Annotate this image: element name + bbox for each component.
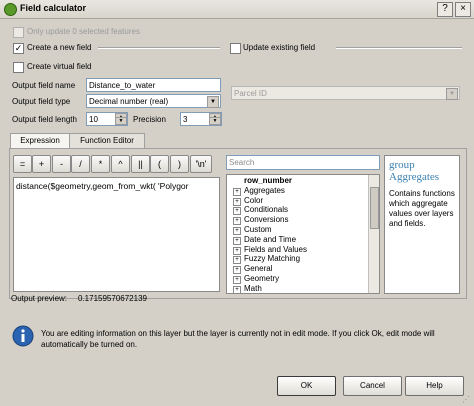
expand-icon[interactable]: + — [233, 217, 241, 226]
list-item[interactable]: + Math — [227, 284, 379, 293]
spin-down-icon[interactable]: ▼ — [115, 117, 127, 125]
close-paren-button[interactable]: ) — [170, 155, 189, 173]
search-input[interactable]: Search — [226, 155, 380, 170]
chevron-down-icon: ▼ — [446, 88, 458, 100]
precision-value: 3 — [183, 115, 188, 124]
list-item[interactable]: + Custom — [227, 225, 379, 235]
create-new-field-checkbox[interactable]: ✓ — [13, 43, 24, 54]
output-field-length-spinbox[interactable]: 10 ▲ ▼ — [86, 112, 128, 126]
expand-icon[interactable]: + — [233, 226, 241, 235]
resize-grip-icon[interactable]: ⋰ — [462, 395, 470, 404]
info-message-text: You are editing information on this laye… — [41, 329, 435, 349]
help-title-button[interactable]: ? — [437, 2, 453, 17]
expand-icon[interactable]: + — [233, 187, 241, 196]
list-item[interactable]: + Conditionals — [227, 205, 379, 216]
expand-icon[interactable]: + — [233, 246, 241, 255]
tab-expression[interactable]: Expression — [10, 133, 70, 149]
power-button[interactable]: ^ — [111, 155, 130, 173]
output-preview-label: Output preview: — [11, 294, 68, 303]
chevron-down-icon: ▼ — [207, 96, 219, 108]
output-field-type-select[interactable]: Decimal number (real) ▼ — [86, 94, 221, 108]
minus-button[interactable]: - — [52, 155, 71, 173]
help-panel: group Aggregates Contains functions whic… — [384, 155, 460, 294]
output-field-length-value: 10 — [89, 115, 98, 124]
precision-label: Precision — [133, 115, 166, 124]
divide-button[interactable]: / — [71, 155, 90, 173]
existing-field-select[interactable]: Parcel ID ▼ — [231, 86, 460, 100]
create-virtual-field-label: Create virtual field — [27, 62, 92, 71]
help-title: group Aggregates — [389, 159, 440, 183]
create-new-field-label: Create a new field — [27, 43, 92, 52]
output-field-length-label: Output field length — [12, 115, 77, 124]
list-item[interactable]: + Date and Time — [227, 235, 379, 245]
list-item[interactable]: + Geometry — [227, 274, 379, 284]
expand-icon[interactable]: + — [233, 285, 241, 293]
list-item[interactable]: + Conversions — [227, 215, 379, 226]
plus-button[interactable]: + — [32, 155, 51, 173]
list-item[interactable]: + Aggregates — [227, 186, 379, 196]
title-bar: Field calculator ? × — [0, 0, 474, 19]
expand-icon[interactable]: + — [233, 236, 241, 245]
help-button[interactable]: Help — [405, 376, 464, 396]
info-icon — [12, 325, 34, 347]
help-text: Contains functions which aggregate value… — [389, 189, 455, 228]
function-list: row_number + Aggregates + Color + Condition… — [226, 174, 380, 294]
expand-icon[interactable]: + — [233, 256, 241, 265]
ok-button[interactable]: OK — [277, 376, 336, 396]
expand-icon[interactable]: + — [233, 207, 241, 216]
expression-text: distance($geometry,geom_from_wkt( 'Polyg… — [16, 181, 189, 191]
info-message-bar: You are editing information on this laye… — [9, 320, 465, 360]
list-item[interactable]: + Fuzzy Matching — [227, 254, 379, 265]
update-existing-field-label: Update existing field — [243, 43, 316, 52]
equals-button[interactable]: = — [13, 155, 32, 173]
multiply-button[interactable]: * — [91, 155, 110, 173]
window-title: Field calculator — [20, 3, 87, 13]
list-item[interactable]: + Color — [227, 196, 379, 206]
expand-icon[interactable]: + — [233, 197, 241, 206]
update-existing-field-checkbox[interactable] — [230, 43, 241, 54]
only-update-selected-label: Only update 0 selected features — [27, 27, 140, 36]
separator — [336, 47, 462, 49]
list-item[interactable]: row_number — [227, 176, 379, 186]
separator — [98, 47, 220, 49]
open-paren-button[interactable]: ( — [150, 155, 169, 173]
expand-icon[interactable]: + — [233, 266, 241, 275]
create-virtual-field-checkbox[interactable] — [13, 62, 24, 73]
spin-down-icon[interactable]: ▼ — [209, 117, 221, 125]
list-item[interactable]: + General — [227, 264, 379, 275]
output-field-type-value: Decimal number (real) — [89, 97, 169, 106]
newline-button[interactable]: '\n' — [190, 155, 212, 173]
precision-spinbox[interactable]: 3 ▲ ▼ — [180, 112, 222, 126]
output-preview-value: 0.17159570672139 — [78, 294, 147, 303]
expand-icon[interactable]: + — [233, 275, 241, 284]
cancel-button[interactable]: Cancel — [343, 376, 402, 396]
qgis-logo-icon — [4, 3, 17, 16]
tab-function-editor[interactable]: Function Editor — [69, 133, 145, 148]
concat-button[interactable]: || — [131, 155, 150, 173]
output-field-type-label: Output field type — [12, 97, 71, 106]
expression-editor[interactable]: distance($geometry,geom_from_wkt( 'Polyg… — [13, 177, 220, 292]
existing-field-value: Parcel ID — [234, 89, 267, 98]
output-field-name-input[interactable]: Distance_to_water — [86, 78, 221, 92]
close-button[interactable]: × — [455, 2, 471, 17]
output-field-name-label: Output field name — [12, 81, 76, 90]
only-update-selected-checkbox[interactable] — [13, 27, 24, 38]
list-item[interactable]: + Fields and Values — [227, 245, 379, 255]
